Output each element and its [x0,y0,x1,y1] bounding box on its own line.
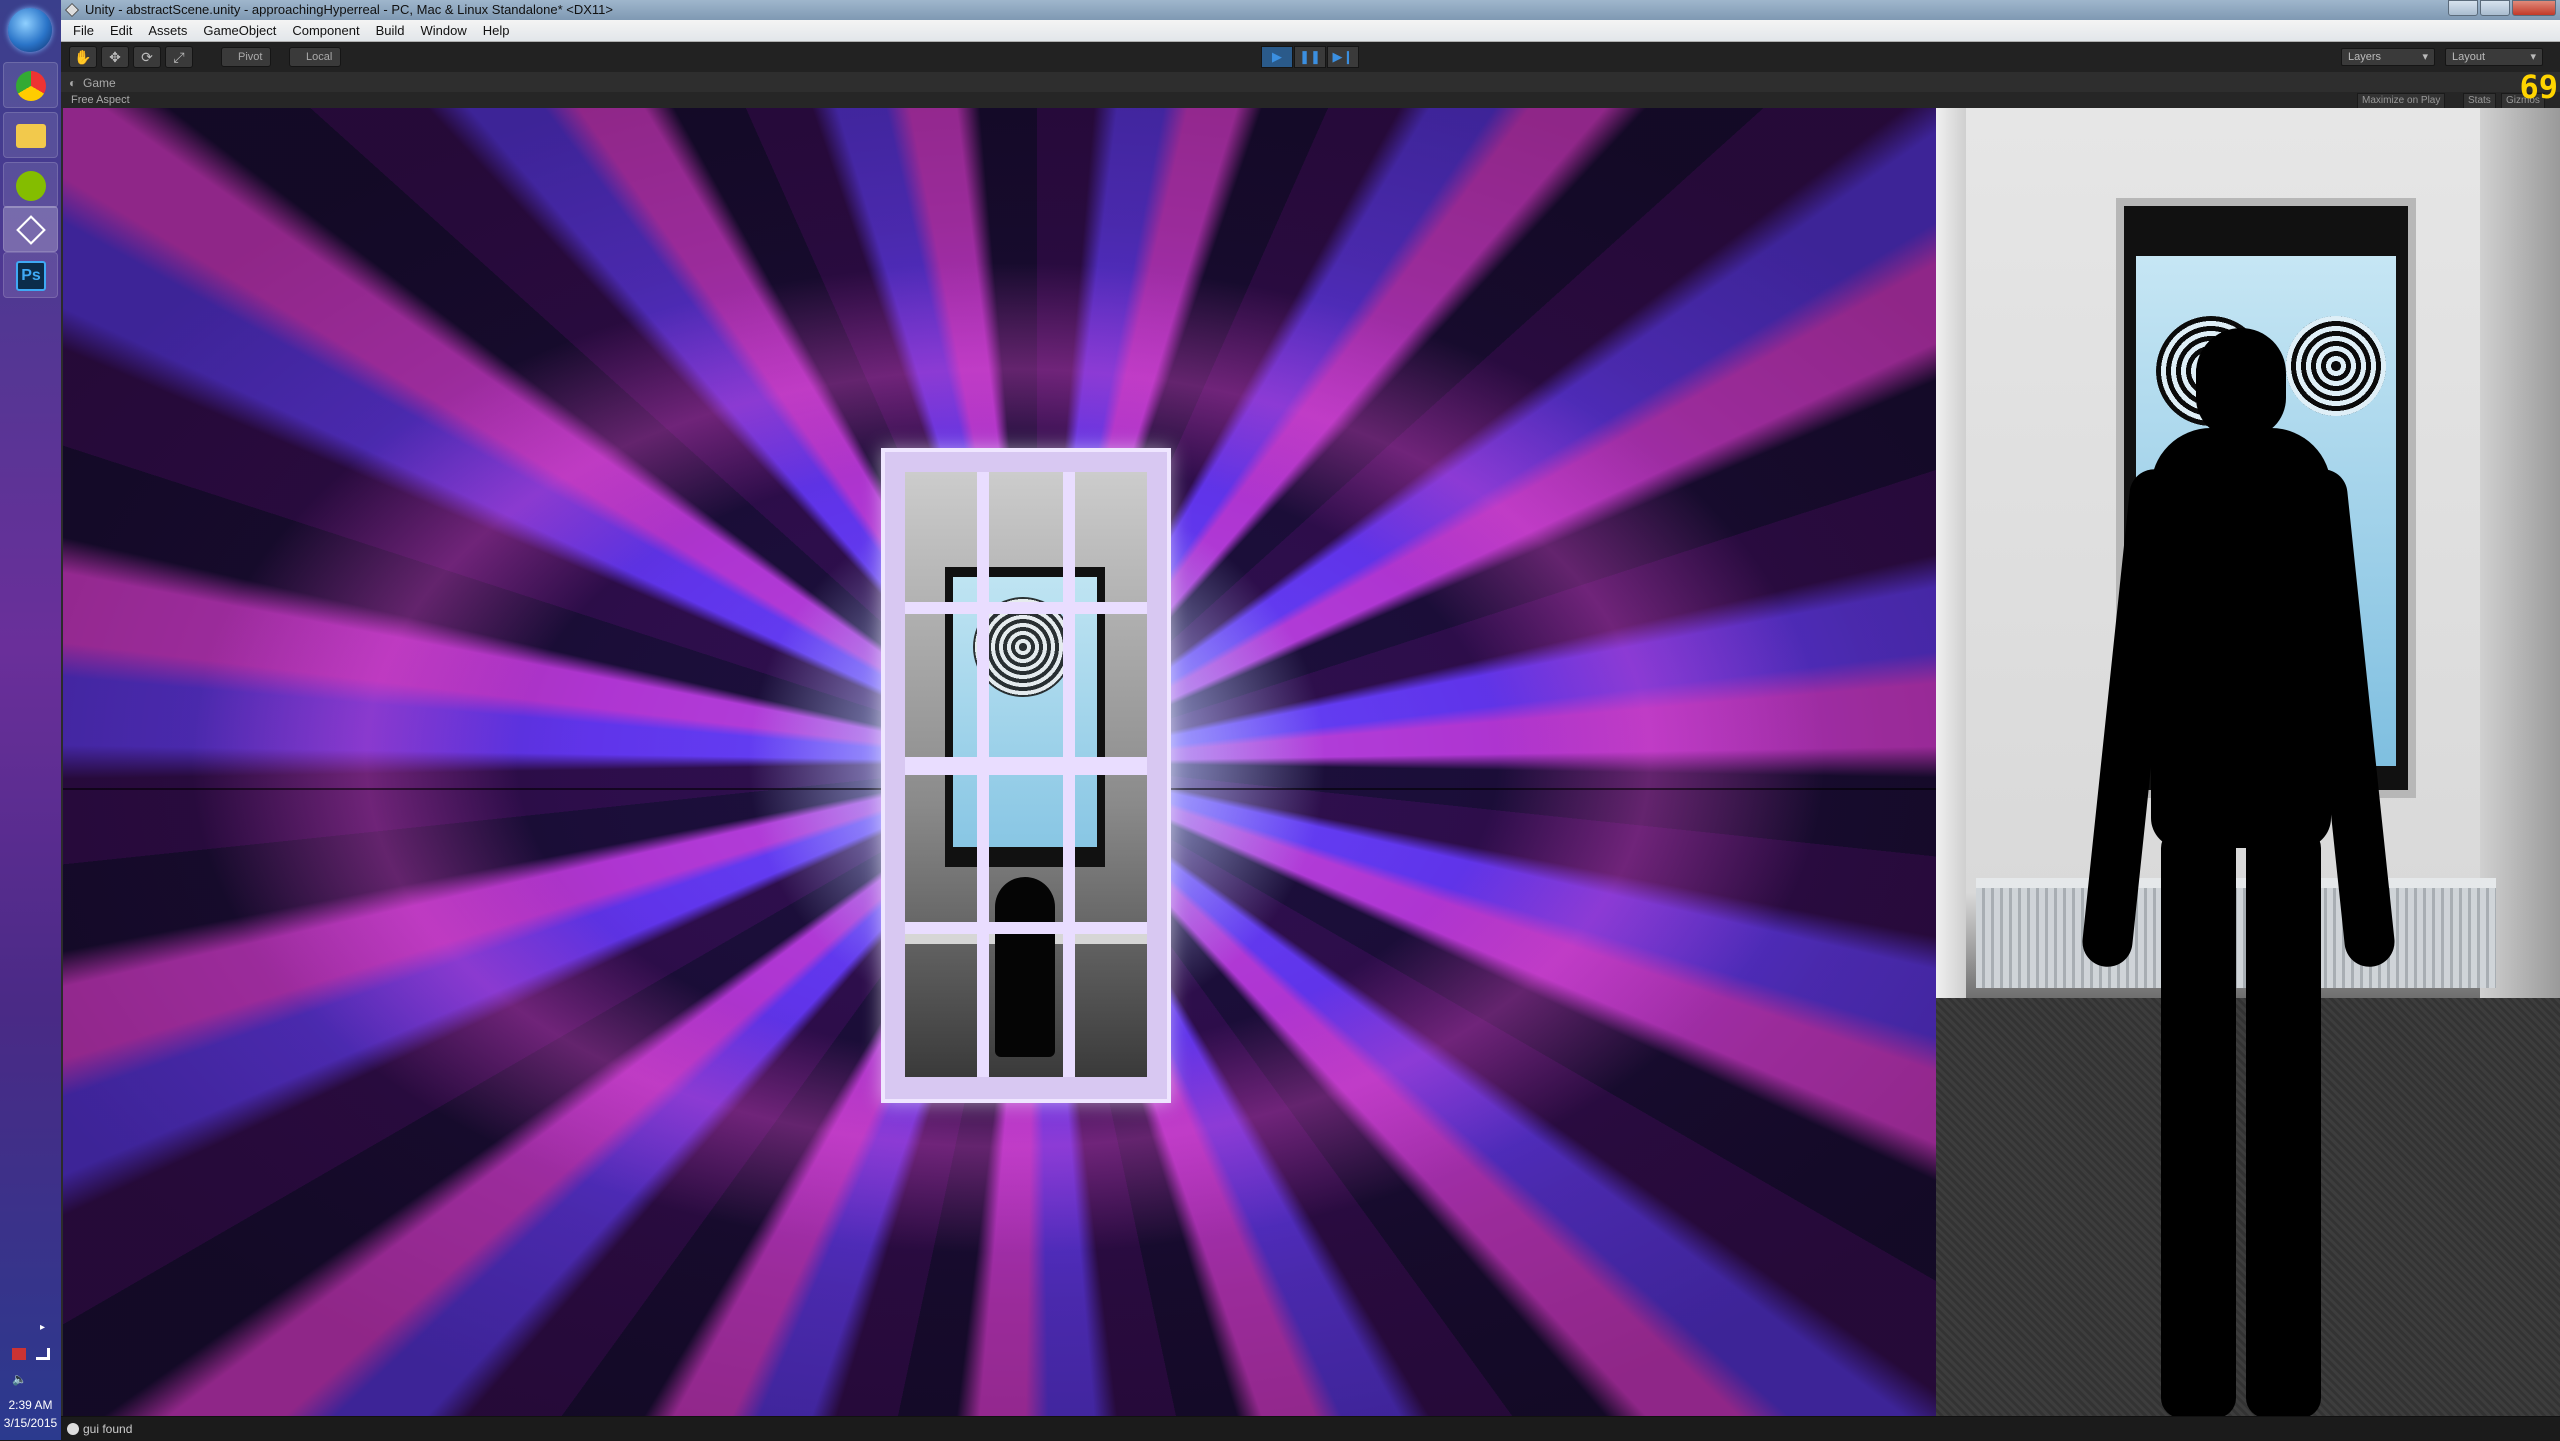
scale-tool-button[interactable]: ⤢ [165,46,193,68]
menu-window[interactable]: Window [413,20,475,41]
aspect-dropdown[interactable]: Free Aspect [71,92,130,108]
unity-icon [16,215,46,245]
clock-date[interactable]: 3/15/2015 [0,1416,61,1430]
maximize-on-play-toggle[interactable]: Maximize on Play [2357,93,2446,109]
close-button[interactable] [2512,0,2556,16]
rotate-tool-button[interactable]: ⟳ [133,46,161,68]
menu-gameobject[interactable]: GameObject [195,20,284,41]
tray-expand-icon[interactable]: ▸ [40,1322,45,1333]
status-message: gui found [83,1422,133,1436]
stats-toggle[interactable]: Stats [2463,93,2496,109]
local-label: Local [306,51,333,63]
window-rail [905,602,1147,614]
window-portal [881,448,1171,1103]
room-camera-view [1936,108,2560,1416]
move-tool-button[interactable]: ✥ [101,46,129,68]
local-toggle[interactable]: Local [289,47,342,67]
maximize-button[interactable] [2480,0,2510,16]
status-bar[interactable]: gui found [61,1416,2560,1440]
menu-help[interactable]: Help [475,20,518,41]
hand-icon: ✋ [74,49,92,65]
title-bar: Unity - abstractScene.unity - approachin… [61,0,2560,20]
pivot-toggle[interactable]: Pivot [221,47,272,67]
window-title: Unity - abstractScene.unity - approachin… [85,2,613,17]
silhouette-right-leg [2246,828,2321,1416]
room-left-wall [1936,108,1966,1008]
layers-label: Layers [2348,51,2382,63]
photoshop-icon: Ps [16,261,46,291]
tab-game[interactable]: ◐ Game [65,74,122,92]
menu-component[interactable]: Component [284,20,367,41]
spotify-icon [16,171,46,201]
taskbar-explorer-button[interactable] [3,112,58,158]
rotate-icon: ⟳ [141,49,153,65]
scale-icon: ⤢ [173,49,185,65]
inner-sky [953,577,1097,847]
play-icon: ▶ [1272,49,1282,64]
windows-taskbar: Ps ▸ 🔈 2:39 AM 3/15/2015 [0,0,61,1440]
menu-file[interactable]: File [65,20,102,41]
fps-counter: 69 [2519,68,2558,106]
game-tab-label: Game [83,76,116,90]
system-tray: ▸ 🔈 2:39 AM 3/15/2015 [0,1320,61,1440]
menu-build[interactable]: Build [368,20,413,41]
window-rail [905,922,1147,934]
taskbar-spotify-button[interactable] [3,162,58,208]
taskbar-unity-button[interactable] [3,206,58,252]
window-controls [2448,0,2556,18]
pause-button[interactable]: ❚❚ [1294,46,1326,68]
layers-dropdown[interactable]: Layers ▾ [2341,48,2435,66]
play-button[interactable]: ▶ [1261,46,1293,68]
taskbar-photoshop-button[interactable]: Ps [3,252,58,298]
menu-bar: File Edit Assets GameObject Component Bu… [61,20,2560,42]
game-control-bar: Free Aspect Maximize on Play Stats Gizmo… [61,92,2560,109]
unity-editor-window: Unity - abstractScene.unity - approachin… [61,0,2560,1440]
folder-icon [16,124,46,148]
game-view-viewport[interactable] [63,108,2560,1416]
layout-label: Layout [2452,51,2486,63]
layout-dropdown[interactable]: Layout ▾ [2445,48,2543,66]
silhouette-left-leg [2161,828,2236,1416]
info-icon [67,1423,79,1435]
taskbar-chrome-button[interactable] [3,62,58,108]
chevron-down-icon: ▾ [2530,51,2536,63]
hand-tool-button[interactable]: ✋ [69,46,97,68]
step-icon: ▶❙ [1332,49,1354,64]
pivot-label: Pivot [238,51,263,63]
step-button[interactable]: ▶❙ [1327,46,1359,68]
window-meeting-rail [905,757,1147,775]
standing-person-silhouette [2080,228,2397,1416]
flag-icon[interactable] [12,1348,26,1360]
main-toolbar: ✋ ✥ ⟳ ⤢ Pivot Local ▶ ❚❚ ▶❙ Layers ▾ Lay… [61,42,2560,72]
game-tab-bar: ◐ Game [61,72,2560,92]
seated-person-silhouette [995,877,1055,1057]
volume-icon[interactable]: 🔈 [12,1372,27,1386]
network-icon[interactable] [36,1348,50,1360]
minimize-button[interactable] [2448,0,2478,16]
chevron-down-icon: ▾ [2422,51,2428,63]
menu-edit[interactable]: Edit [102,20,140,41]
chrome-icon [16,71,46,101]
silhouette-head [2196,328,2286,438]
move-icon: ✥ [109,49,121,65]
clock-time[interactable]: 2:39 AM [0,1398,61,1412]
game-view-icon: ◐ [69,76,77,90]
pause-icon: ❚❚ [1299,49,1321,64]
vortex-camera-view [63,108,1936,1416]
menu-assets[interactable]: Assets [140,20,195,41]
unity-logo-icon [65,3,79,17]
portal-room-view [905,472,1147,1077]
start-button[interactable] [8,8,52,52]
